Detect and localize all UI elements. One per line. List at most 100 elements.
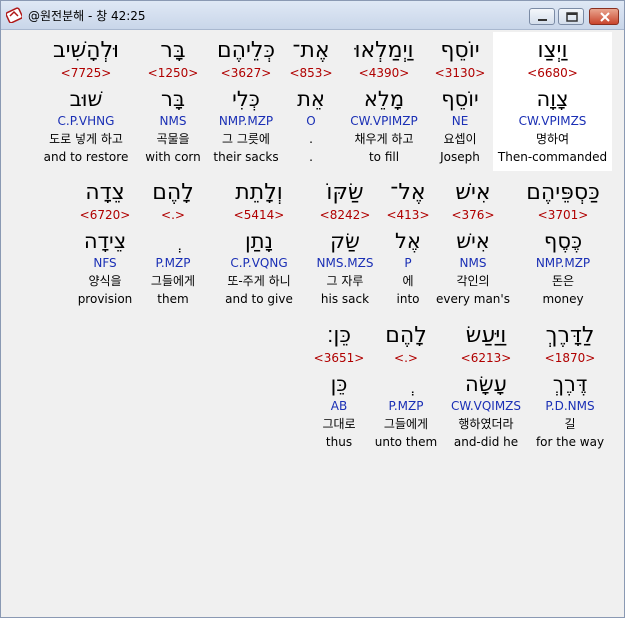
- word-cell[interactable]: בָּר <1250> בָּר NMS 곡물을 with corn: [142, 32, 204, 171]
- word-cell[interactable]: יוֹסֵף <3130> יוֹסֵף NE 요셉이 Joseph: [426, 32, 494, 171]
- hebrew-word: שַׂקּוֹ: [326, 180, 364, 205]
- word-cell[interactable]: וּלְהָשִׁיב <7725> שׁוּב C.P.VHNG 도로 넣게 …: [34, 32, 138, 171]
- strong-number: <376>: [451, 208, 495, 222]
- strong-number: <3130>: [434, 66, 486, 80]
- word-cell[interactable]: וַיַּעַשׂ <6213> עָשָׂה CW.VQIMZS 행하였더라 …: [439, 317, 533, 456]
- korean-gloss: 명하여: [535, 132, 570, 146]
- english-gloss: Then-commanded: [497, 150, 608, 164]
- english-gloss: them: [157, 292, 189, 306]
- strong-number: <853>: [289, 66, 333, 80]
- parsing-code: AB: [330, 399, 348, 413]
- parsing-code: P.MZP: [155, 256, 191, 270]
- word-cell[interactable]: אֶל־ <413> אֶל P 에 into: [381, 174, 435, 313]
- english-gloss: Joseph: [440, 150, 480, 164]
- strong-number: <413>: [386, 208, 430, 222]
- parsing-code: O: [306, 114, 316, 128]
- root-word: שַׂק: [330, 229, 360, 253]
- strong-number: <6720>: [79, 208, 131, 222]
- hebrew-word: וַיְצַו: [537, 38, 568, 63]
- parsing-code: NMS: [459, 256, 487, 270]
- parsing-code: NMS.MZS: [316, 256, 374, 270]
- strong-number: <5414>: [233, 208, 285, 222]
- root-word: ְ: [368, 371, 444, 397]
- korean-gloss: 에: [402, 274, 414, 288]
- minimize-icon: [538, 19, 547, 21]
- parsing-code: C.P.VHNG: [57, 114, 115, 128]
- korean-gloss: 그들에게: [150, 274, 196, 288]
- strong-number: <3651>: [313, 351, 365, 365]
- strong-number: <1250>: [147, 66, 199, 80]
- korean-gloss: 그 자루: [326, 274, 364, 288]
- korean-gloss: 돈은: [551, 274, 575, 288]
- word-cell[interactable]: אֶת־ <853> אֵת O . .: [286, 32, 336, 171]
- window-title: @원전분해 - 창 42:25: [28, 9, 146, 23]
- strong-number: <1870>: [544, 351, 596, 365]
- english-gloss: unto them: [374, 435, 438, 449]
- hebrew-word: וַיַּעַשׂ: [465, 323, 507, 348]
- parsing-code: C.P.VQNG: [230, 256, 288, 270]
- english-gloss: for the way: [535, 435, 605, 449]
- word-cell[interactable]: כַּסְפֵּיהֶם <3701> כֶּסֶף NMP.MZP 돈은 mo…: [513, 174, 613, 313]
- root-word: כְּלִי: [232, 87, 260, 111]
- word-cell[interactable]: וַיְמַלְאוּ <4390> מָלֵא CW.VPIMZP 채우게 하…: [339, 32, 429, 171]
- hebrew-word: כְּלֵיהֶם: [216, 38, 276, 63]
- maximize-button[interactable]: [558, 8, 584, 25]
- parsing-code: NMS: [159, 114, 187, 128]
- hebrew-word: צֵדָה: [85, 180, 125, 205]
- word-cell[interactable]: לַדָּרֶךְ <1870> דֶּרֶךְ P.D.NMS 길 for t…: [528, 317, 612, 456]
- hebrew-word: לָהֶם: [385, 323, 427, 348]
- word-cell[interactable]: לָהֶם <.> ְ P.MZP 그들에게 them: [139, 174, 207, 313]
- parsing-code: P: [404, 256, 412, 270]
- close-button[interactable]: [589, 8, 619, 25]
- word-cell[interactable]: וַיְצַו <6680> צָוָה CW.VPIMZS 명하여 Then-…: [493, 32, 612, 171]
- korean-gloss: 그 그릇에: [222, 132, 270, 146]
- korean-gloss: .: [309, 132, 313, 146]
- app-window: @원전분해 - 창 42:25 וַיְצַו <6680> צָוָה CW.…: [0, 0, 625, 618]
- root-word: אִישׁ: [456, 229, 490, 253]
- word-cell[interactable]: אִישׁ <376> אִישׁ NMS 각인의 every man's: [431, 174, 515, 313]
- word-cell[interactable]: וְלָתֵת <5414> נָתַן C.P.VQNG 또-주게 하니 an…: [213, 174, 305, 313]
- korean-gloss: 도로 넣게 하고: [49, 132, 123, 146]
- hebrew-word: לַדָּרֶךְ: [545, 323, 595, 348]
- strong-number: <6680>: [527, 66, 578, 80]
- root-word: צֵידָה: [83, 229, 127, 253]
- word-cell[interactable]: כֵּן׃ <3651> כֵּן AB 그대로 thus: [308, 317, 370, 456]
- strong-number: <.>: [161, 208, 185, 222]
- parsing-code: NE: [451, 114, 469, 128]
- root-word: נָתַן: [245, 229, 273, 253]
- maximize-icon: [566, 12, 578, 22]
- english-gloss: and to restore: [43, 150, 129, 164]
- strong-number: <7725>: [60, 66, 112, 80]
- root-word: דֶּרֶךְ: [552, 372, 588, 396]
- hebrew-word: בָּר: [160, 38, 186, 63]
- hebrew-word: אֶל־: [390, 180, 426, 205]
- app-icon: [6, 7, 22, 23]
- hebrew-word: לָהֶם: [152, 180, 194, 205]
- word-cell[interactable]: לָהֶם <.> ְ P.MZP 그들에게 unto them: [368, 317, 444, 456]
- parsing-code: NMP.MZP: [218, 114, 274, 128]
- root-word: שׁוּב: [69, 87, 103, 111]
- korean-gloss: 양식을: [88, 274, 122, 288]
- english-gloss: to fill: [368, 150, 400, 164]
- parsing-code: P.MZP: [388, 399, 424, 413]
- word-cell[interactable]: כְּלֵיהֶם <3627> כְּלִי NMP.MZP 그 그릇에 th…: [206, 32, 286, 171]
- strong-number: <3701>: [537, 208, 589, 222]
- english-gloss: .: [309, 150, 313, 164]
- korean-gloss: 그대로: [322, 417, 356, 431]
- korean-gloss: 요셉이: [443, 132, 477, 146]
- hebrew-word: אֶת־: [292, 38, 330, 63]
- root-word: אֶל: [395, 229, 421, 253]
- english-gloss: thus: [325, 435, 353, 449]
- root-word: בָּר: [161, 87, 185, 111]
- minimize-button[interactable]: [529, 8, 555, 25]
- hebrew-word: וּלְהָשִׁיב: [52, 38, 120, 63]
- word-cell[interactable]: צֵדָה <6720> צֵידָה NFS 양식을 provision: [73, 174, 137, 313]
- hebrew-word: וַיְמַלְאוּ: [354, 38, 414, 63]
- close-icon: [600, 12, 610, 22]
- title-bar[interactable]: @원전분해 - 창 42:25: [1, 1, 624, 30]
- root-word: ְ: [139, 228, 207, 254]
- hebrew-word: כַּסְפֵּיהֶם: [526, 180, 600, 205]
- word-cell[interactable]: שַׂקּוֹ <8242> שַׂק NMS.MZS 그 자루 his sac…: [306, 174, 384, 313]
- korean-gloss: 또-주게 하니: [227, 274, 291, 288]
- parsing-code: NFS: [93, 256, 117, 270]
